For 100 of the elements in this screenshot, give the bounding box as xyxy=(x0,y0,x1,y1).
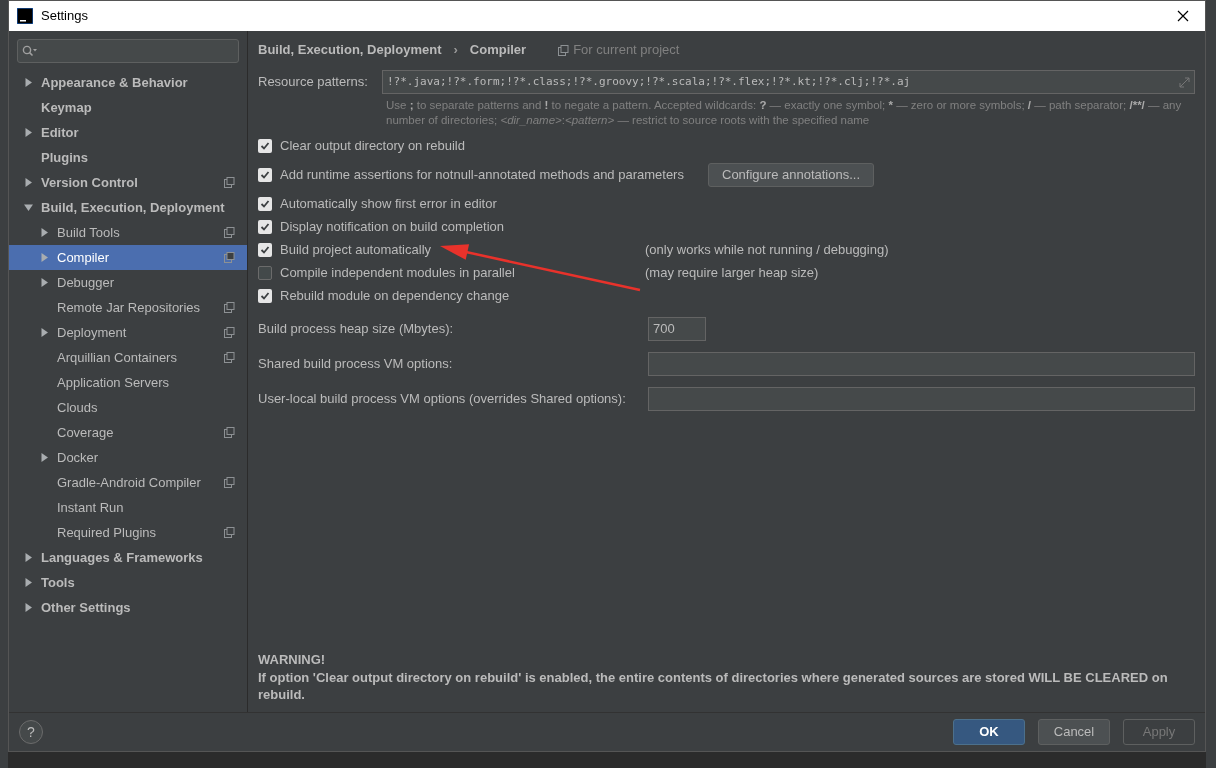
checkbox[interactable] xyxy=(258,288,272,303)
collapsed-arrow-icon[interactable] xyxy=(24,603,33,612)
copy-icon xyxy=(224,477,235,488)
tree-item-label: Tools xyxy=(41,573,76,592)
tree-item[interactable]: Keymap xyxy=(9,95,247,120)
tree-item[interactable]: Application Servers xyxy=(9,370,247,395)
option-note: (may require larger heap size) xyxy=(645,263,819,282)
tree-item-label: Required Plugins xyxy=(57,523,157,542)
tree-item[interactable]: Languages & Frameworks xyxy=(9,545,247,570)
checkbox[interactable] xyxy=(258,167,272,182)
tree-item[interactable]: Deployment xyxy=(9,320,247,345)
tree-item-label: Plugins xyxy=(41,148,89,167)
tree-item-label: Version Control xyxy=(41,173,139,192)
tree-item[interactable]: Build Tools xyxy=(9,220,247,245)
resource-patterns-field[interactable]: !?*.java;!?*.form;!?*.class;!?*.groovy;!?*.scala;!?*.flex;!?*.kt;!?*.clj;!?*.aj xyxy=(382,70,1195,94)
dialog-button[interactable]: Cancel xyxy=(1038,719,1110,745)
option-label[interactable]: Rebuild module on dependency change xyxy=(280,285,510,306)
tree-item-label: Compiler xyxy=(57,248,110,267)
collapsed-arrow-icon[interactable] xyxy=(24,128,33,137)
expanded-arrow-icon[interactable] xyxy=(24,203,33,212)
copy-icon xyxy=(224,427,235,438)
tree-item[interactable]: Tools xyxy=(9,570,247,595)
search-icon xyxy=(22,45,38,57)
text-field[interactable]: 700 xyxy=(648,316,706,341)
field-label: Shared build process VM options: xyxy=(258,354,454,373)
tree-item-label: Arquillian Containers xyxy=(57,348,178,367)
tree-item[interactable]: Version Control xyxy=(9,170,247,195)
tree-item[interactable]: Instant Run xyxy=(9,495,247,520)
checkbox[interactable] xyxy=(258,219,272,234)
tree-item[interactable]: Clouds xyxy=(9,395,247,420)
breadcrumb-item: Compiler xyxy=(469,41,527,60)
field-label: User-local build process VM options (overrides Shared options): xyxy=(258,389,627,408)
collapsed-arrow-icon[interactable] xyxy=(40,453,49,462)
help-button[interactable]: ? xyxy=(19,720,43,744)
collapsed-arrow-icon[interactable] xyxy=(24,178,33,187)
tree-item[interactable]: Editor xyxy=(9,120,247,145)
text-field[interactable] xyxy=(648,386,1195,411)
tree-item[interactable]: Compiler xyxy=(9,245,247,270)
tree-item-label: Deployment xyxy=(57,323,128,342)
tree-item[interactable]: Remote Jar Repositories xyxy=(9,295,247,320)
tree-item[interactable]: Arquillian Containers xyxy=(9,345,247,370)
tree-item-label: Build Tools xyxy=(57,223,121,242)
option-label[interactable]: Display notification on build completion xyxy=(280,216,504,237)
tree-item[interactable]: Appearance & Behavior xyxy=(9,70,247,95)
tree-item[interactable]: Plugins xyxy=(9,145,247,170)
copy-icon xyxy=(224,327,235,338)
breadcrumb-item: Build, Execution, Deployment xyxy=(258,41,442,60)
copy-icon xyxy=(224,527,235,538)
tree-item-label: Languages & Frameworks xyxy=(41,548,204,567)
configure-annotations-button[interactable]: Configure annotations... xyxy=(708,162,875,187)
checkbox[interactable] xyxy=(258,138,272,153)
tree-item-label: Remote Jar Repositories xyxy=(57,298,202,317)
option-label[interactable]: Compile independent modules in parallel xyxy=(280,262,515,283)
collapsed-arrow-icon[interactable] xyxy=(40,278,49,287)
option-label[interactable]: Build project automatically xyxy=(280,239,432,260)
copy-icon xyxy=(224,352,235,363)
tree-item[interactable]: Build, Execution, Deployment xyxy=(9,195,247,220)
tree-item[interactable]: Docker xyxy=(9,445,247,470)
checkbox[interactable] xyxy=(258,196,272,211)
tree-item-label: Build, Execution, Deployment xyxy=(41,198,226,217)
tree-item-label: Other Settings xyxy=(41,598,132,617)
collapsed-arrow-icon[interactable] xyxy=(40,328,49,337)
tree-item-label: Debugger xyxy=(57,273,116,292)
copy-icon xyxy=(224,302,235,313)
option-label[interactable]: Automatically show first error in editor xyxy=(280,193,497,214)
field-label: Resource patterns: xyxy=(258,73,369,92)
close-icon[interactable] xyxy=(1177,10,1189,22)
field-label: Build process heap size (Mbytes): xyxy=(258,319,455,338)
tree-item[interactable]: Debugger xyxy=(9,270,247,295)
dialog-button[interactable]: OK xyxy=(953,719,1025,745)
tree-item-label: Instant Run xyxy=(57,498,125,517)
copy-icon xyxy=(224,177,235,188)
window-title: Settings xyxy=(41,7,88,26)
option-note: (only works while not running / debugging) xyxy=(645,240,889,259)
tree-item-label: Coverage xyxy=(57,423,115,442)
warning-title: WARNING! xyxy=(258,650,327,669)
tree-item[interactable]: Required Plugins xyxy=(9,520,247,545)
checkbox[interactable] xyxy=(258,242,272,257)
text-field[interactable] xyxy=(648,351,1195,376)
checkbox[interactable] xyxy=(258,265,272,280)
scope-label: For current project xyxy=(573,41,680,60)
tree-item-label: Appearance & Behavior xyxy=(41,73,189,92)
tree-item-label: Keymap xyxy=(41,98,93,117)
option-label[interactable]: Clear output directory on rebuild xyxy=(280,135,465,156)
collapsed-arrow-icon[interactable] xyxy=(40,228,49,237)
option-label[interactable]: Add runtime assertions for notnull-annotated methods and parameters xyxy=(280,164,684,185)
copy-icon xyxy=(224,227,235,238)
tree-item-label: Docker xyxy=(57,448,100,467)
copy-icon xyxy=(224,252,235,263)
copy-icon xyxy=(558,44,570,56)
search-field[interactable] xyxy=(17,39,239,63)
collapsed-arrow-icon[interactable] xyxy=(24,553,33,562)
tree-item-label: Editor xyxy=(41,123,80,142)
resource-patterns-hint: Use ; to separate patterns and ! to negate a pattern. Accepted wildcards: ? — exactly one symbol; * — zero or more symbols; / — path separator; /**/ — any number of directories; <dir_name>:<pattern> — restrict to source roots with the specified name xyxy=(386,98,1183,128)
collapsed-arrow-icon[interactable] xyxy=(24,78,33,87)
tree-item[interactable]: Coverage xyxy=(9,420,247,445)
collapsed-arrow-icon[interactable] xyxy=(24,578,33,587)
tree-item-label: Clouds xyxy=(57,398,99,417)
tree-item[interactable]: Gradle-Android Compiler xyxy=(9,470,247,495)
tree-item[interactable]: Other Settings xyxy=(9,595,247,620)
